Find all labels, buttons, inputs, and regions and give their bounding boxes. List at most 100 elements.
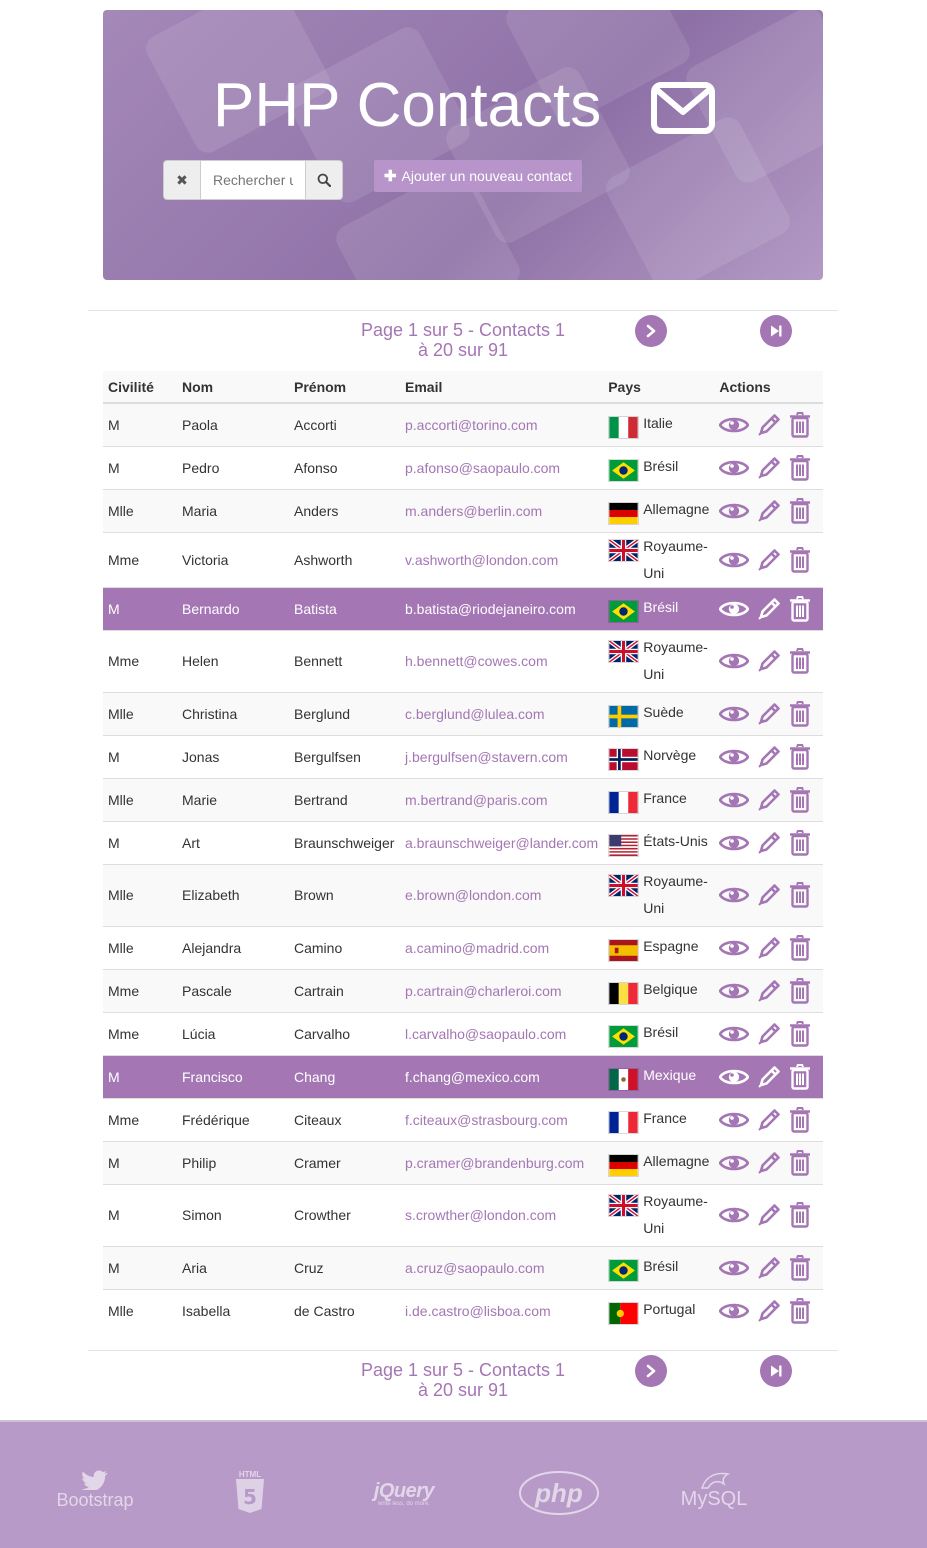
table-row[interactable]: Mlle Christina Berglund c.berglund@lulea… [103,691,823,735]
table-row[interactable]: Mme Frédérique Citeaux f.citeaux@strasbo… [103,1097,823,1141]
column-header-nom[interactable]: Nom [177,371,289,404]
table-row[interactable]: M Simon Crowther s.crowther@london.com R… [103,1183,823,1246]
delete-contact-button[interactable] [789,411,811,438]
view-contact-button[interactable] [719,1066,750,1088]
table-row[interactable]: M Jonas Bergulfsen j.bergulfsen@stavern.… [103,734,823,778]
edit-contact-button[interactable] [756,882,782,908]
view-contact-button[interactable] [719,650,750,672]
table-row[interactable]: M Paola Accorti p.accorti@torino.com Ita… [103,402,823,446]
html5-logo[interactable]: HTML 5 [232,1470,268,1515]
table-row[interactable]: M Philip Cramer p.cramer@brandenburg.com… [103,1140,823,1184]
delete-contact-button[interactable] [789,497,811,524]
email-link[interactable]: a.camino@madrid.com [405,940,549,956]
delete-contact-button[interactable] [789,1254,811,1281]
delete-contact-button[interactable] [789,882,811,908]
edit-contact-button[interactable] [756,1255,782,1281]
table-row[interactable]: M Bernardo Batista b.batista@riodejaneir… [103,586,823,630]
email-link[interactable]: v.ashworth@london.com [405,552,558,568]
view-contact-button[interactable] [719,1257,750,1279]
edit-contact-button[interactable] [756,1150,782,1176]
edit-contact-button[interactable] [756,498,782,524]
email-link[interactable]: m.bertrand@paris.com [405,792,548,808]
edit-contact-button[interactable] [756,455,782,481]
edit-contact-button[interactable] [756,1298,782,1324]
email-link[interactable]: l.carvalho@saopaulo.com [405,1026,566,1042]
next-page-button[interactable] [635,1355,667,1387]
edit-contact-button[interactable] [756,596,782,622]
table-row[interactable]: Mlle Elizabeth Brown e.brown@london.com … [103,863,823,926]
email-link[interactable]: f.chang@mexico.com [405,1069,540,1085]
table-row[interactable]: Mlle Maria Anders m.anders@berlin.com Al… [103,488,823,532]
bootstrap-logo[interactable]: Bootstrap [52,1470,138,1511]
edit-contact-button[interactable] [756,701,782,727]
edit-contact-button[interactable] [756,1064,782,1090]
view-contact-button[interactable] [719,500,750,522]
email-link[interactable]: p.afonso@saopaulo.com [405,460,560,476]
view-contact-button[interactable] [719,549,750,571]
delete-contact-button[interactable] [789,648,811,674]
email-link[interactable]: a.cruz@saopaulo.com [405,1260,545,1276]
edit-contact-button[interactable] [756,1202,782,1228]
add-contact-button[interactable]: ✚ Ajouter un nouveau contact [374,160,582,192]
delete-contact-button[interactable] [789,595,811,622]
view-contact-button[interactable] [719,1300,750,1322]
delete-contact-button[interactable] [789,743,811,770]
email-link[interactable]: e.brown@london.com [405,887,541,903]
view-contact-button[interactable] [719,980,750,1002]
search-input[interactable] [200,160,306,200]
view-contact-button[interactable] [719,598,750,620]
edit-contact-button[interactable] [756,547,782,573]
table-row[interactable]: Mlle Isabella de Castro i.de.castro@lisb… [103,1288,823,1332]
email-link[interactable]: s.crowther@london.com [405,1207,556,1223]
table-row[interactable]: M Aria Cruz a.cruz@saopaulo.com Brésil [103,1245,823,1289]
view-contact-button[interactable] [719,746,750,768]
view-contact-button[interactable] [719,457,750,479]
email-link[interactable]: p.cartrain@charleroi.com [405,983,562,999]
next-page-button[interactable] [635,315,667,347]
edit-contact-button[interactable] [756,744,782,770]
view-contact-button[interactable] [719,832,750,854]
search-button[interactable] [306,160,343,200]
delete-contact-button[interactable] [789,1149,811,1176]
delete-contact-button[interactable] [789,786,811,813]
table-row[interactable]: M Francisco Chang f.chang@mexico.com Mex… [103,1054,823,1098]
email-link[interactable]: p.accorti@torino.com [405,417,537,433]
delete-contact-button[interactable] [789,1106,811,1133]
email-link[interactable]: h.bennett@cowes.com [405,653,548,669]
view-contact-button[interactable] [719,1023,750,1045]
delete-contact-button[interactable] [789,700,811,727]
view-contact-button[interactable] [719,414,750,436]
table-row[interactable]: Mlle Alejandra Camino a.camino@madrid.co… [103,925,823,969]
edit-contact-button[interactable] [756,830,782,856]
view-contact-button[interactable] [719,1152,750,1174]
column-header-pays[interactable]: Pays [603,371,715,404]
edit-contact-button[interactable] [756,787,782,813]
edit-contact-button[interactable] [756,648,782,674]
table-row[interactable]: Mlle Marie Bertrand m.bertrand@paris.com… [103,777,823,821]
table-row[interactable]: Mme Helen Bennett h.bennett@cowes.com Ro… [103,629,823,692]
edit-contact-button[interactable] [756,1107,782,1133]
email-link[interactable]: p.cramer@brandenburg.com [405,1155,584,1171]
email-link[interactable]: f.citeaux@strasbourg.com [405,1112,568,1128]
email-link[interactable]: i.de.castro@lisboa.com [405,1303,551,1319]
view-contact-button[interactable] [719,1204,750,1226]
view-contact-button[interactable] [719,703,750,725]
view-contact-button[interactable] [719,884,750,906]
email-link[interactable]: m.anders@berlin.com [405,503,542,519]
last-page-button[interactable] [760,1355,792,1387]
table-row[interactable]: Mme Victoria Ashworth v.ashworth@london.… [103,531,823,587]
email-link[interactable]: j.bergulfsen@stavern.com [405,749,568,765]
view-contact-button[interactable] [719,1109,750,1131]
column-header-email[interactable]: Email [400,371,604,404]
mysql-logo[interactable]: MySQL [678,1470,750,1511]
table-row[interactable]: M Pedro Afonso p.afonso@saopaulo.com Bré… [103,445,823,489]
email-link[interactable]: b.batista@riodejaneiro.com [405,601,576,617]
delete-contact-button[interactable] [789,977,811,1004]
table-row[interactable]: Mme Pascale Cartrain p.cartrain@charlero… [103,968,823,1012]
table-row[interactable]: Mme Lúcia Carvalho l.carvalho@saopaulo.c… [103,1011,823,1055]
email-link[interactable]: c.berglund@lulea.com [405,706,545,722]
delete-contact-button[interactable] [789,454,811,481]
delete-contact-button[interactable] [789,1202,811,1228]
view-contact-button[interactable] [719,937,750,959]
table-row[interactable]: M Art Braunschweiger a.braunschweiger@la… [103,820,823,864]
